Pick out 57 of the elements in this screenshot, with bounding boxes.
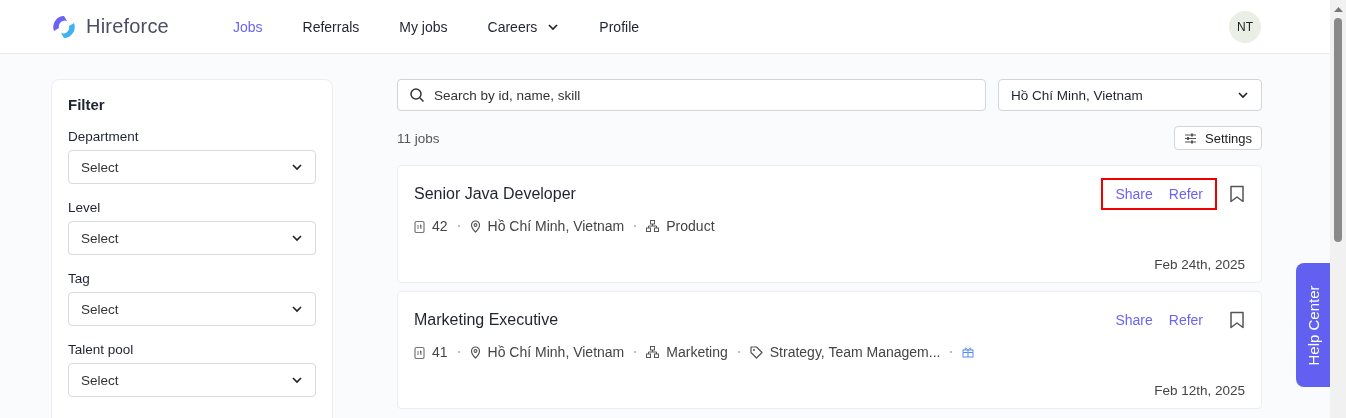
search-field[interactable]: Search by id, name, skill: [397, 79, 986, 111]
job-department: Marketing: [666, 344, 728, 360]
filter-title: Filter: [68, 96, 106, 113]
bookmark-icon[interactable]: [1229, 311, 1245, 329]
chevron-down-icon: [291, 161, 303, 173]
nav-link[interactable]: Referrals: [302, 18, 360, 35]
hierarchy-icon: [646, 346, 660, 358]
filter-label: Department: [68, 129, 140, 144]
filter-label: Tag: [68, 271, 91, 286]
clipboard-icon: [414, 345, 425, 359]
select-field[interactable]: Select: [68, 292, 316, 326]
tag-icon: [749, 345, 763, 359]
select-field[interactable]: Select: [68, 150, 316, 184]
job-location: Hồ Chí Minh, Vietnam: [487, 344, 625, 360]
scroll-up-icon[interactable]: [1333, 6, 1343, 12]
job-title[interactable]: Marketing Executive: [414, 311, 559, 329]
search-icon: [409, 87, 425, 103]
refer-link[interactable]: Refer: [1168, 312, 1203, 328]
bookmark-icon[interactable]: [1229, 185, 1245, 203]
settings-button[interactable]: Settings: [1174, 126, 1262, 150]
chevron-down-icon: [1237, 89, 1249, 101]
share-link[interactable]: Share: [1115, 186, 1153, 202]
scroll-thumb[interactable]: [1334, 18, 1342, 242]
chevron-down-icon: [291, 374, 303, 386]
job-id: 41: [432, 344, 448, 360]
share-link[interactable]: Share: [1115, 312, 1153, 328]
location-pin-icon: [469, 219, 481, 233]
job-id: 42: [432, 218, 448, 234]
select-field[interactable]: Select: [68, 221, 316, 255]
job-card[interactable]: Marketing Executive Share Refer 41 Hồ Chí Minh, Vietnam Marketing Strategy, Team Managem... Feb 12th, 2025: [397, 291, 1262, 409]
job-date: Feb 24th, 2025: [1154, 257, 1245, 272]
sliders-icon: [1184, 131, 1197, 145]
nav-link[interactable]: Jobs: [232, 18, 263, 35]
chevron-down-icon: [291, 232, 303, 244]
job-title[interactable]: Senior Java Developer: [414, 185, 576, 203]
scrollbar[interactable]: [1330, 0, 1346, 418]
job-tags: Strategy, Team Managem...: [769, 344, 941, 360]
refer-link[interactable]: Refer: [1168, 186, 1203, 202]
job-date: Feb 12th, 2025: [1154, 383, 1245, 398]
job-department: Product: [666, 218, 715, 234]
clipboard-icon: [414, 219, 425, 233]
location-pin-icon: [469, 345, 481, 359]
nav-link[interactable]: Careers: [487, 18, 560, 35]
help-center-tab[interactable]: Help Center: [1296, 263, 1330, 387]
location-select[interactable]: Hồ Chí Minh, Vietnam: [998, 79, 1262, 111]
filter-label: Level: [68, 200, 102, 215]
job-card[interactable]: Senior Java Developer Share Refer 42 Hồ Chí Minh, Vietnam Product Feb 24th, 2025: [397, 165, 1262, 283]
user-avatar[interactable]: NT: [1229, 10, 1261, 43]
brand-name[interactable]: Hireforce: [86, 15, 169, 38]
hierarchy-icon: [646, 220, 660, 232]
job-count: 11 jobs: [397, 130, 440, 146]
select-field[interactable]: Select: [68, 363, 316, 397]
chevron-down-icon: [291, 303, 303, 315]
nav-link[interactable]: Profile: [599, 18, 640, 35]
nav-link[interactable]: My jobs: [399, 18, 448, 35]
filter-label: Talent pool: [68, 342, 135, 357]
job-location: Hồ Chí Minh, Vietnam: [487, 218, 625, 234]
